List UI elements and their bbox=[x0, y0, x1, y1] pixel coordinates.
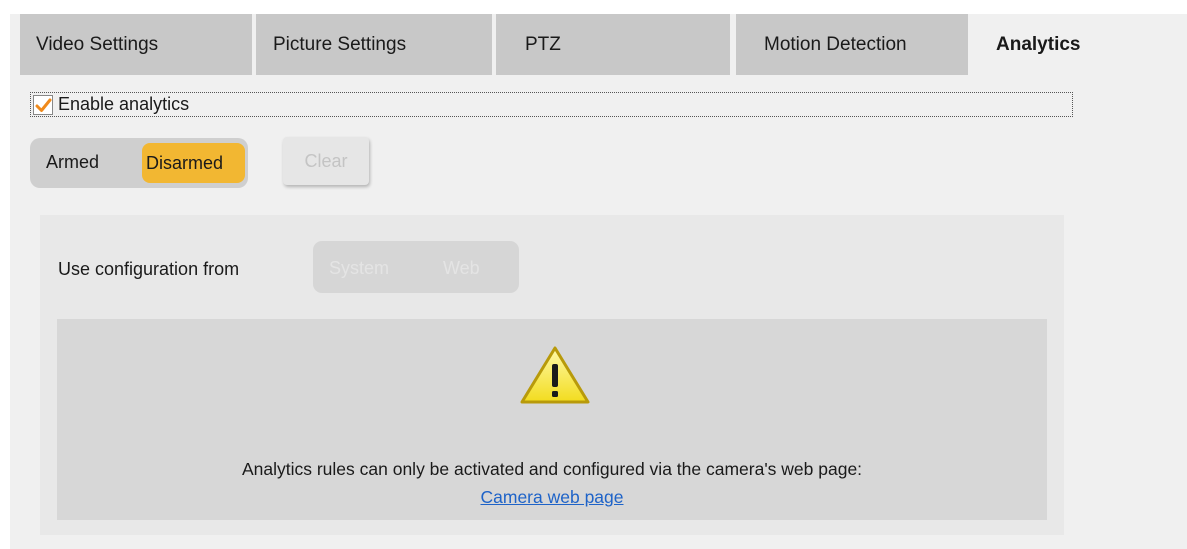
source-system-option[interactable]: System bbox=[329, 258, 389, 279]
source-web-option[interactable]: Web bbox=[443, 258, 480, 279]
config-source-toggle: System Web bbox=[313, 241, 519, 293]
tab-motion-detection[interactable]: Motion Detection bbox=[736, 14, 968, 75]
configuration-panel: Use configuration from System Web Analyt… bbox=[40, 215, 1064, 535]
checkmark-icon bbox=[35, 98, 52, 112]
warning-link-wrapper: Camera web page bbox=[57, 487, 1047, 508]
enable-analytics-row[interactable]: Enable analytics bbox=[30, 92, 1073, 117]
tab-ptz[interactable]: PTZ bbox=[496, 14, 730, 75]
warning-message: Analytics rules can only be activated an… bbox=[241, 459, 863, 479]
tab-bar: Video Settings Picture Settings PTZ Moti… bbox=[10, 14, 1187, 75]
disarmed-button[interactable]: Disarmed bbox=[142, 143, 245, 183]
config-source-label: Use configuration from bbox=[58, 259, 240, 279]
camera-web-page-link[interactable]: Camera web page bbox=[481, 487, 624, 507]
enable-analytics-checkbox[interactable] bbox=[33, 95, 53, 115]
tab-analytics[interactable]: Analytics bbox=[972, 14, 1187, 75]
clear-button[interactable]: Clear bbox=[283, 137, 369, 185]
warning-icon bbox=[520, 346, 590, 404]
enable-analytics-label: Enable analytics bbox=[58, 94, 190, 114]
armed-button[interactable]: Armed bbox=[46, 152, 99, 173]
warning-box: Analytics rules can only be activated an… bbox=[57, 319, 1047, 520]
tab-video-settings[interactable]: Video Settings bbox=[20, 14, 252, 75]
arm-state-toggle: Armed Disarmed bbox=[30, 138, 248, 188]
tab-picture-settings[interactable]: Picture Settings bbox=[256, 14, 492, 75]
